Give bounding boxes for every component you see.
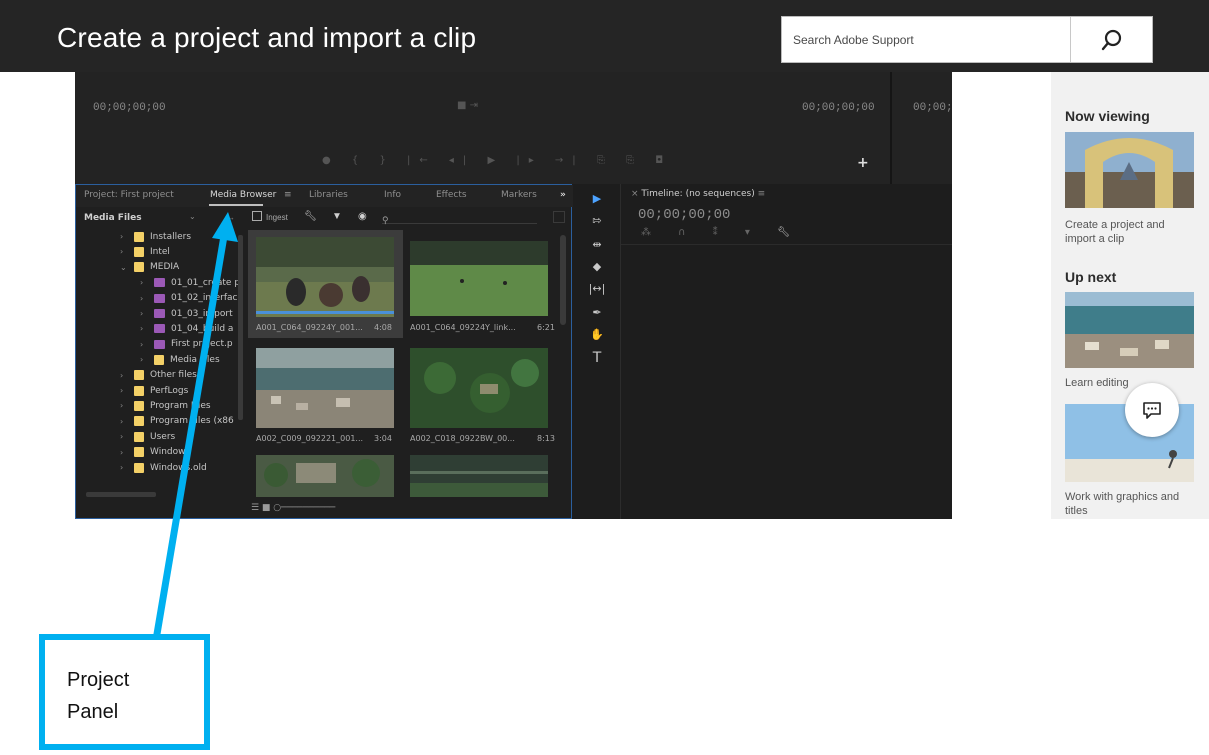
callout-line-1: Project <box>67 669 130 691</box>
callout-line-2: Panel <box>67 701 119 723</box>
callout-box: Project Panel <box>39 634 210 750</box>
callout-label: Project Panel <box>67 664 129 728</box>
